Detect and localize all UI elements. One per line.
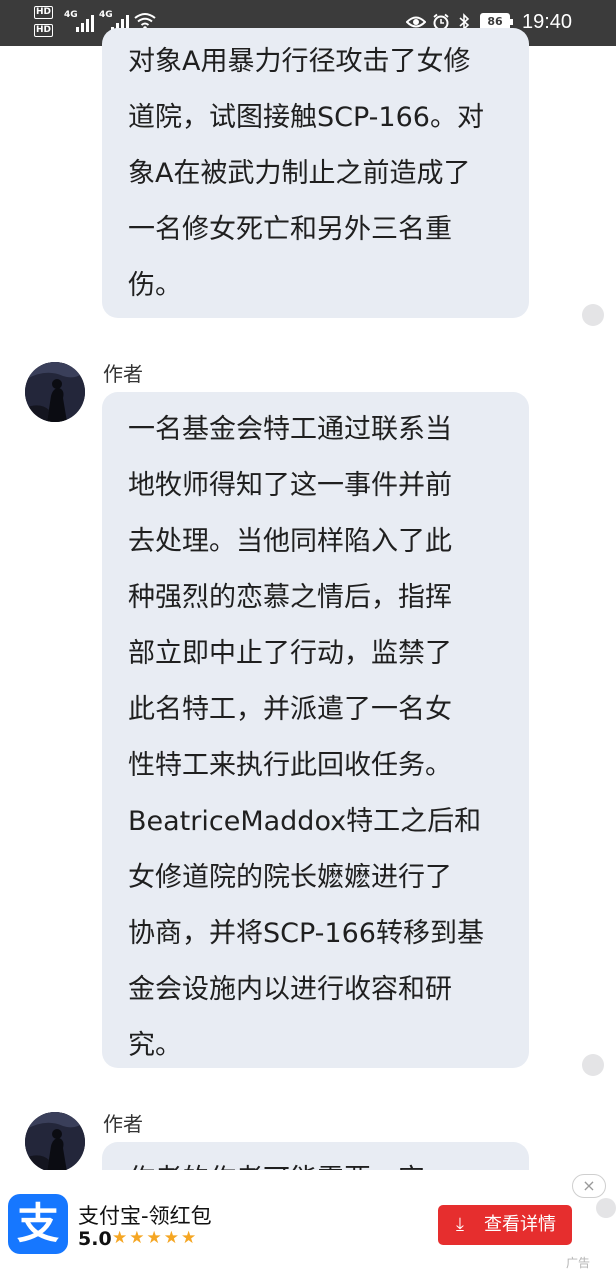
ad-rating: 5.0 bbox=[78, 1228, 112, 1250]
author-name: 作者 bbox=[103, 362, 143, 386]
message-text-1: 对象A用暴力行径攻击了女修 道院，试图接触SCP-166。对 象A在被武力制止之… bbox=[128, 46, 484, 301]
avatar[interactable] bbox=[25, 1112, 85, 1172]
ad-app-name: 支付宝-领红包 bbox=[78, 1204, 212, 1228]
message-status-dot-2[interactable] bbox=[582, 1054, 604, 1076]
message-status-dot-1[interactable] bbox=[582, 304, 604, 326]
ad-label: 广告 bbox=[566, 1256, 591, 1270]
status-time: 19:40 bbox=[522, 11, 573, 33]
alipay-logo-icon[interactable]: 支 bbox=[8, 1194, 68, 1254]
close-ad-button[interactable]: × bbox=[572, 1174, 606, 1198]
hd-indicator-1: HD bbox=[34, 6, 54, 19]
download-icon: ⤓ bbox=[456, 1214, 464, 1235]
view-details-label: 查看详情 bbox=[484, 1214, 556, 1235]
chat-bubble-1: 对象A用暴力行径攻击了女修 道院，试图接触SCP-166。对 象A在被武力制止之… bbox=[102, 28, 529, 318]
star-rating-icon: ★★★★★ bbox=[112, 1228, 199, 1248]
hd-indicator-2: HD bbox=[34, 24, 54, 37]
view-details-button[interactable]: ⤓ 查看详情 bbox=[438, 1205, 572, 1245]
avatar[interactable] bbox=[25, 362, 85, 422]
message-text-2: 一名基金会特工通过联系当 地牧师得知了这一事件并前 去处理。当他同样陷入了此 种… bbox=[128, 414, 484, 1061]
chat-bubble-2: 一名基金会特工通过联系当 地牧师得知了这一事件并前 去处理。当他同样陷入了此 种… bbox=[102, 392, 529, 1068]
message-status-dot-3[interactable] bbox=[596, 1198, 616, 1218]
ad-banner[interactable]: 支 支付宝-领红包 5.0 ★★★★★ ⤓ 查看详情 × 广告 bbox=[0, 1170, 616, 1280]
author-name: 作者 bbox=[103, 1112, 143, 1136]
